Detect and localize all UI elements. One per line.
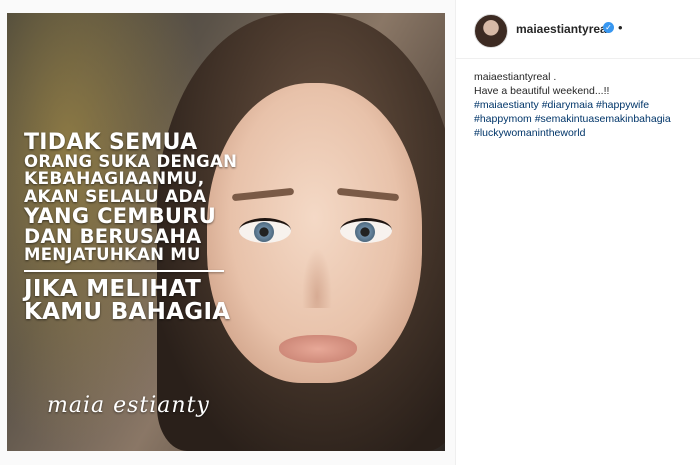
header-separator: • bbox=[618, 20, 623, 35]
photo-pane: TIDAK SEMUA ORANG SUKA DENGAN KEBAHAGIAA… bbox=[0, 0, 456, 465]
photo-quote: TIDAK SEMUA ORANG SUKA DENGAN KEBAHAGIAA… bbox=[24, 130, 237, 326]
caption-username-link[interactable]: maiaestiantyreal bbox=[474, 71, 550, 83]
hashtag-link[interactable]: #happymom bbox=[474, 113, 532, 125]
right-eye bbox=[340, 218, 392, 243]
left-eye bbox=[239, 218, 291, 243]
nose-shape bbox=[302, 248, 332, 308]
hashtag-link[interactable]: #happywife bbox=[596, 99, 649, 111]
post-sidebar: maiaestiantyreal ✓ • maiaestiantyreal . … bbox=[456, 0, 700, 465]
quote-line: KAMU BAHAGIA bbox=[24, 299, 231, 326]
quote-divider bbox=[24, 270, 224, 273]
check-icon: ✓ bbox=[605, 23, 612, 32]
left-iris bbox=[254, 222, 274, 242]
post-caption: maiaestiantyreal . Have a beautiful week… bbox=[474, 70, 696, 140]
post-header: maiaestiantyreal ✓ • bbox=[456, 0, 700, 59]
quote-line: JIKA MELIHAT bbox=[24, 276, 202, 303]
instagram-post: TIDAK SEMUA ORANG SUKA DENGAN KEBAHAGIAA… bbox=[0, 0, 700, 465]
username-link[interactable]: maiaestiantyreal bbox=[516, 22, 610, 36]
quote-line: TIDAK SEMUA bbox=[24, 130, 198, 155]
avatar[interactable] bbox=[474, 14, 508, 48]
caption-trailing-text: . bbox=[550, 71, 557, 83]
hashtag-link[interactable]: #maiaestianty bbox=[474, 99, 539, 111]
photo-signature: maia estianty bbox=[47, 393, 210, 418]
hashtag-link[interactable]: #semakintuasemakinbahagia bbox=[535, 113, 671, 125]
verified-badge: ✓ bbox=[603, 22, 614, 33]
caption-text: Have a beautiful weekend...!! bbox=[474, 85, 610, 97]
post-photo[interactable]: TIDAK SEMUA ORANG SUKA DENGAN KEBAHAGIAA… bbox=[7, 13, 445, 451]
hashtag-link[interactable]: #luckywomanintheworld bbox=[474, 127, 585, 139]
lips-shape bbox=[279, 335, 357, 363]
quote-line: MENJATUHKAN MU bbox=[24, 245, 201, 265]
quote-line: YANG CEMBURU bbox=[24, 203, 217, 228]
hashtag-link[interactable]: #diarymaia bbox=[542, 99, 593, 111]
quote-line: KEBAHAGIAANMU, bbox=[24, 169, 205, 190]
right-iris bbox=[355, 222, 375, 242]
